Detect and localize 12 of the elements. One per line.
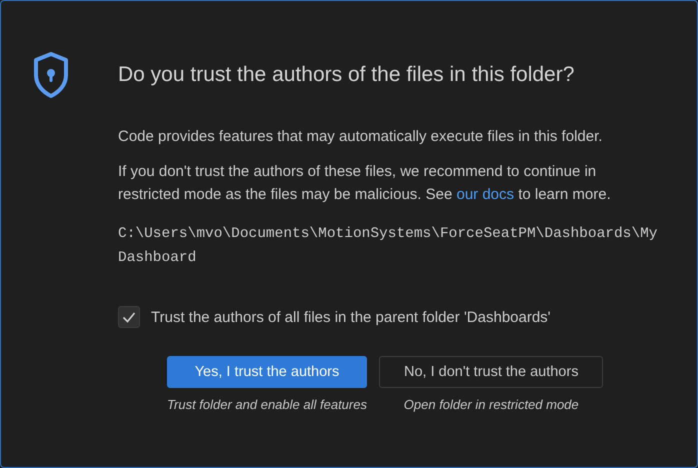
shield-lock-icon <box>33 51 69 99</box>
checkbox[interactable] <box>118 306 140 328</box>
trust-button[interactable]: Yes, I trust the authors <box>167 356 367 388</box>
description-text: Code provides features that may automatically execute files in this folder. <box>118 127 604 147</box>
button-caption: Trust folder and enable all features <box>167 397 367 412</box>
dont-trust-button[interactable]: No, I don't trust the authors <box>379 356 604 388</box>
folder-path: C:\Users\mvo\Documents\MotionSystems\ForceSeatPM\Dashboards\My Dashboard <box>118 225 658 268</box>
button-caption: Open folder in restricted mode <box>404 397 579 412</box>
docs-link[interactable]: our docs <box>456 186 514 203</box>
checkbox-label: Trust the authors of all files in the parent folder 'Dashboards' <box>151 308 551 326</box>
dialog-title: Do you trust the authors of the files in this folder? <box>118 63 574 87</box>
warning-text: If you don't trust the authors of these files, we recommend to continue in restricted mode as the files may be malicious. See our docs to learn more. <box>118 162 612 205</box>
